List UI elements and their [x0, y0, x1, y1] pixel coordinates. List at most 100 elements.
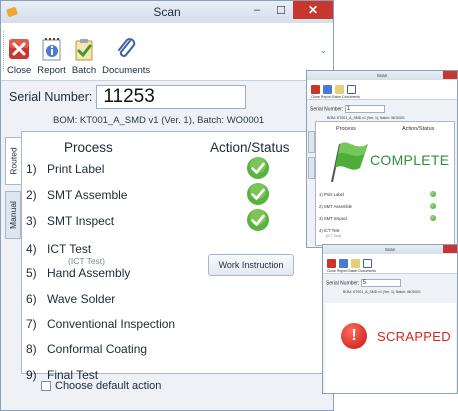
report-button[interactable]: Report [37, 36, 66, 76]
check-icon [246, 208, 270, 232]
window-controls: – ☐ ✕ [245, 1, 333, 21]
minimize-button[interactable]: – [245, 1, 269, 19]
work-instruction-button[interactable]: Work Instruction [208, 254, 294, 276]
step-number: 5) [26, 266, 37, 280]
documents-button[interactable]: Documents [102, 36, 150, 76]
mini-window-title: Scan [384, 247, 396, 252]
process-step: 3) SMT Inspect [26, 214, 114, 228]
mini-tab-manual[interactable] [308, 157, 315, 179]
scan-window-scrapped: Scan Close Report Batch Documents Serial… [322, 244, 458, 394]
mini-serial-row: Serial Number: 1 [310, 105, 385, 113]
chevron-down-icon[interactable]: ⌄ [319, 45, 327, 56]
bom-info: BOM: KT001_A_SMD v1 (Ver. 1), Batch: WO0… [53, 115, 265, 126]
batch-button-label: Batch [71, 65, 97, 76]
check-icon [246, 156, 270, 180]
toolbar-grip[interactable] [3, 31, 5, 71]
report-icon [40, 36, 64, 62]
process-step: 6) Wave Solder [26, 292, 115, 306]
step-number: 1) [26, 162, 37, 176]
mini-tab-routed[interactable] [308, 131, 315, 153]
alert-icon: ! [341, 323, 367, 349]
step-name: Conventional Inspection [47, 317, 176, 331]
step-name: SMT Assemble [47, 188, 128, 202]
scrapped-status: SCRAPPED [377, 329, 451, 344]
report-icon[interactable] [339, 259, 348, 268]
close-button[interactable]: Close [7, 36, 31, 76]
process-step: 1) Print Label [26, 162, 104, 176]
check-icon [430, 215, 436, 221]
toolbar: Close Report Batch Documents ⌄ [1, 23, 333, 81]
serial-number-label: Serial Number: [9, 90, 93, 104]
batch-icon[interactable] [351, 259, 360, 268]
tab-routed-label: Routed [8, 147, 19, 175]
mini-close-icon[interactable] [443, 71, 457, 79]
vertical-tabs: Routed Manual [5, 137, 21, 245]
title-bar[interactable]: Scan – ☐ ✕ [1, 1, 333, 23]
step-number: 8) [26, 342, 37, 356]
tab-routed[interactable]: Routed [5, 137, 21, 185]
process-step: 4) ICT Test (ICT Test) [26, 242, 105, 266]
mini-title-bar[interactable]: Scan [307, 71, 457, 80]
mini-close-icon[interactable] [443, 245, 457, 253]
process-step: 8) Conformal Coating [26, 342, 147, 356]
scrapped-panel: ! SCRAPPED [325, 303, 456, 393]
mini-serial-input[interactable]: 1 [344, 105, 385, 113]
window-close-button[interactable]: ✕ [293, 1, 333, 19]
default-action-row[interactable]: Choose default action [41, 380, 161, 392]
mini-step: 1) Print Label [319, 192, 344, 197]
batch-icon [72, 36, 96, 62]
mini-bom-info: BOM: KT001_A_SMD v1 (Ver. 1), Batch: WO0… [327, 116, 405, 120]
process-step: 2) SMT Assemble [26, 188, 127, 202]
flag-icon [326, 136, 370, 189]
maximize-button[interactable]: ☐ [269, 1, 293, 19]
step-number: 7) [26, 317, 37, 331]
process-step: 5) Hand Assembly [26, 266, 130, 280]
mini-serial-input[interactable]: 5 [360, 279, 401, 287]
mini-step: 2) SMT Assemble [319, 204, 352, 209]
mini-process-header: Process [336, 126, 356, 132]
mini-bom-info: BOM: KT001_A_SMD v1 (Ver. 1), Batch: WO0… [343, 290, 421, 294]
close-icon [7, 36, 31, 62]
step-number: 4) [26, 242, 37, 256]
step-name: Conformal Coating [47, 342, 148, 356]
tab-manual-label: Manual [8, 201, 19, 229]
documents-button-label: Documents [102, 65, 151, 76]
step-name: Print Label [47, 162, 105, 176]
step-subtitle: (ICT Test) [68, 256, 105, 266]
step-name: Wave Solder [47, 292, 116, 306]
action-status-header: Action/Status [210, 140, 290, 155]
process-header: Process [64, 140, 113, 155]
batch-icon[interactable] [335, 85, 344, 94]
report-icon[interactable] [323, 85, 332, 94]
check-icon [430, 203, 436, 209]
step-number: 3) [26, 214, 37, 228]
step-name: SMT Inspect [47, 214, 115, 228]
paperclip-icon[interactable] [347, 85, 356, 94]
default-action-checkbox[interactable] [41, 381, 51, 391]
scan-window-complete: Scan Close Report Batch Documents Serial… [306, 70, 458, 248]
mini-process-panel: Process Action/Status COMPLETE 1) Print … [315, 121, 455, 246]
tab-manual[interactable]: Manual [5, 191, 21, 239]
close-icon[interactable] [311, 85, 320, 94]
mini-toolbar-labels: Close Report Batch Documents [311, 95, 361, 99]
paperclip-icon[interactable] [363, 259, 372, 268]
mini-window-title: Scan [376, 73, 388, 78]
default-action-label: Choose default action [55, 380, 162, 392]
mini-serial-row: Serial Number: 5 [326, 279, 401, 287]
report-button-label: Report [37, 65, 66, 76]
mini-toolbar-labels: Close Report Batch Documents [327, 269, 377, 273]
mini-serial-label: Serial Number: [310, 106, 344, 113]
check-icon [246, 182, 270, 206]
process-step: 7) Conventional Inspection [26, 317, 175, 331]
close-button-label: Close [7, 65, 32, 76]
serial-number-input[interactable]: 11253 [96, 85, 247, 109]
step-name: ICT Test [47, 242, 92, 256]
step-name: Hand Assembly [47, 266, 131, 280]
close-icon[interactable] [327, 259, 336, 268]
step-number: 2) [26, 188, 37, 202]
paperclip-icon [114, 36, 138, 62]
batch-button[interactable]: Batch [72, 36, 96, 76]
process-panel: Process Action/Status 1) Print Label 2) SM… [21, 131, 330, 382]
mini-title-bar[interactable]: Scan [323, 245, 457, 254]
mini-serial-label: Serial Number: [326, 280, 360, 287]
